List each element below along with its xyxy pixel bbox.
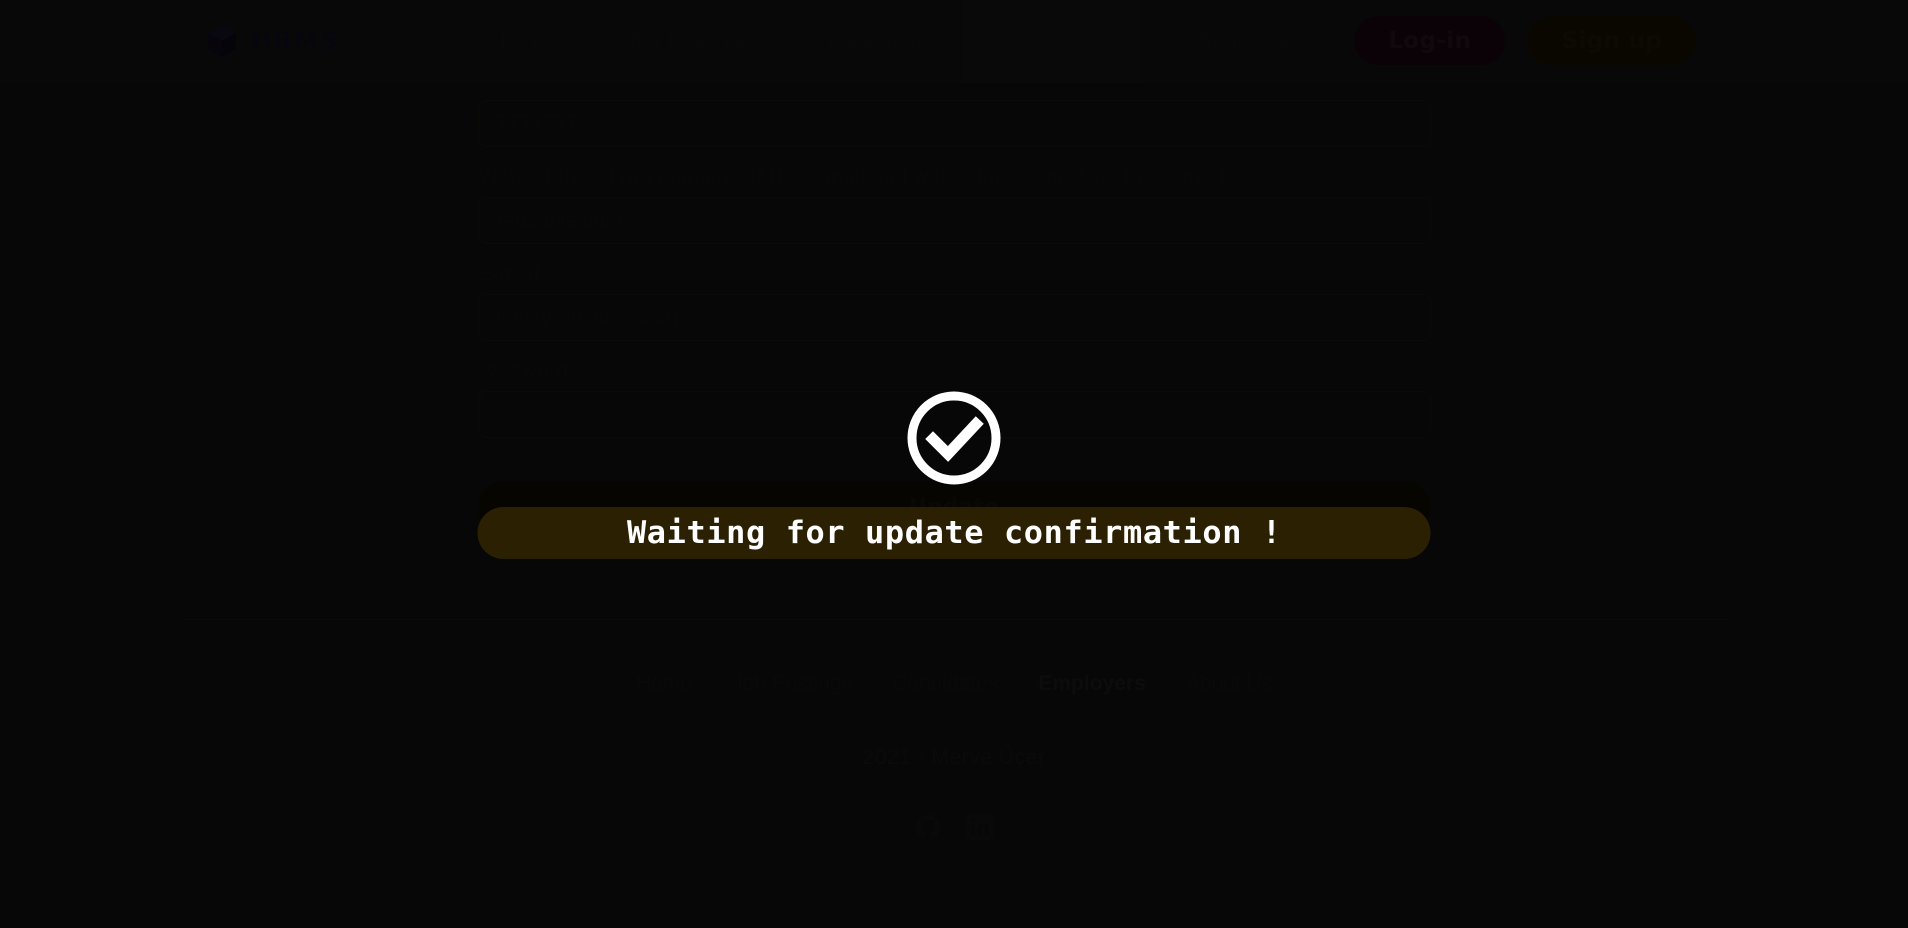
employer-update-form: 7777777 Web Address (The domains of the … xyxy=(477,82,1431,533)
footer-link-home[interactable]: Home xyxy=(636,672,692,696)
form-field-email: E-mail info@reusable.com xyxy=(477,263,1431,341)
footer-link-employers[interactable]: Employers xyxy=(1038,672,1145,696)
brand-name: HRMS xyxy=(251,26,339,55)
email-input[interactable]: info@reusable.com xyxy=(477,294,1431,341)
linkedin-icon[interactable] xyxy=(967,814,993,840)
main-nav: Home Job Postings Candidates Employers A… xyxy=(435,0,1310,81)
user-icon xyxy=(798,31,815,49)
form-field-phone: 7777777 xyxy=(477,100,1431,147)
nav-item-job-postings[interactable]: Job Postings xyxy=(571,0,774,81)
password-label: Password xyxy=(479,360,569,382)
form-field-web-address: Web Address (The domains of the e-mail a… xyxy=(477,166,1431,244)
nav-label-candidates: Candidates xyxy=(828,27,940,53)
list-icon xyxy=(594,32,613,49)
nav-item-about-us[interactable]: About Us xyxy=(1143,0,1311,81)
nav-item-employers[interactable]: Employers xyxy=(961,0,1143,81)
phone-input[interactable]: 7777777 xyxy=(477,100,1431,147)
web-address-input[interactable]: reusable.com xyxy=(477,197,1431,244)
main-content: 7777777 Web Address (The domains of the … xyxy=(0,82,1908,840)
nav-label-employers: Employers xyxy=(1016,27,1121,53)
building-icon xyxy=(988,31,1002,50)
footer-link-about-us[interactable]: About Us xyxy=(1186,672,1272,696)
nav-label-about-us: About Us xyxy=(1197,27,1289,53)
web-address-label: Web Address (The domains of the e-mail a… xyxy=(479,166,1226,188)
site-footer: Home Job Postings Candidates Employers A… xyxy=(0,620,1908,840)
cube-icon xyxy=(208,24,236,57)
footer-social-links xyxy=(0,814,1908,840)
heart-icon xyxy=(1166,31,1186,50)
site-header: HRMS Home Job Postings Candidates Employ… xyxy=(0,0,1908,82)
nav-item-home[interactable]: Home xyxy=(435,0,571,81)
form-field-password: Password ······ xyxy=(477,360,1431,438)
github-icon[interactable] xyxy=(915,814,941,840)
header-actions: Log-in Sign up xyxy=(1354,16,1697,65)
login-button[interactable]: Log-in xyxy=(1354,16,1506,65)
nav-label-job-postings: Job Postings xyxy=(625,27,752,53)
footer-link-candidates[interactable]: Candidates xyxy=(892,672,998,696)
signup-button[interactable]: Sign up xyxy=(1527,16,1697,65)
nav-item-candidates[interactable]: Candidates xyxy=(774,0,962,81)
footer-copyright: 2021 · Merve Üçer xyxy=(862,746,1046,769)
nav-label-home: Home xyxy=(489,27,549,53)
footer-nav: Home Job Postings Candidates Employers A… xyxy=(0,672,1908,696)
page-root: HRMS Home Job Postings Candidates Employ… xyxy=(0,0,1908,928)
brand-logo[interactable]: HRMS xyxy=(206,0,339,81)
update-button[interactable]: Update xyxy=(477,481,1431,533)
password-input[interactable]: ······ xyxy=(477,391,1431,438)
circle-icon xyxy=(458,31,478,50)
footer-link-job-postings[interactable]: Job Postings xyxy=(732,672,852,696)
email-label: E-mail xyxy=(479,263,540,285)
